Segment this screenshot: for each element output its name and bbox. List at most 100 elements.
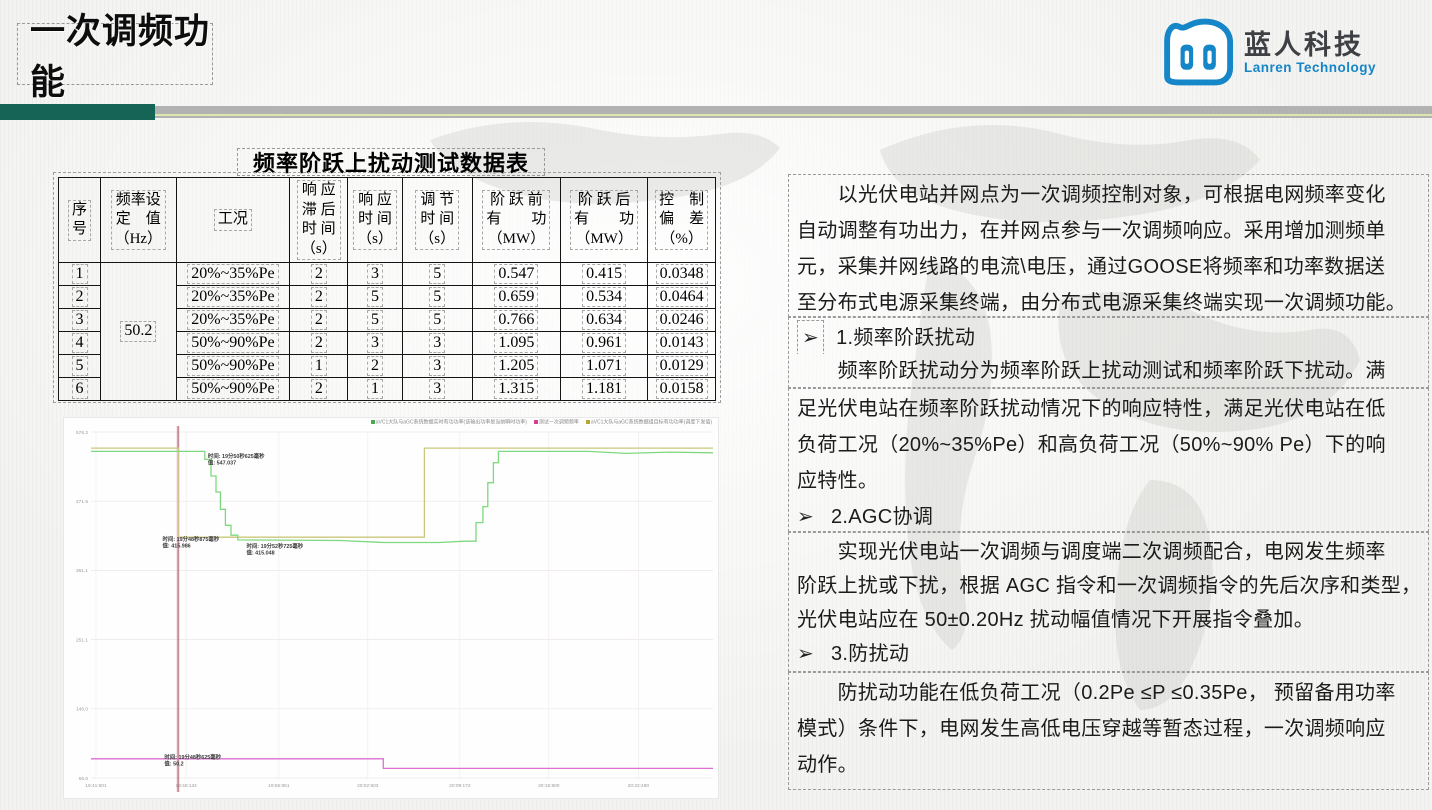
table-cell[interactable]: 0.0129 [648, 355, 716, 378]
column-header[interactable]: 阶 跃 后有 功（MW） [560, 178, 647, 263]
table-cell[interactable]: 5 [59, 355, 101, 378]
arrow-bullet-icon: ➢ [797, 637, 831, 671]
company-logo[interactable]: 蓝人科技 Lanren Technology [1152, 10, 1420, 96]
table-cell[interactable]: 0.0348 [648, 263, 716, 286]
note-text-box[interactable]: 以光伏电站并网点为一次调频控制对象，可根据电网频率变化自动调整有功出力，在并网点… [788, 174, 1429, 317]
svg-text:361.1: 361.1 [76, 568, 88, 574]
table-cell[interactable]: 2 [290, 332, 348, 355]
table-cell[interactable]: 0.659 [472, 286, 560, 309]
series-line [91, 448, 713, 537]
table-cell[interactable]: 2 [59, 286, 101, 309]
table-cell[interactable]: 50%~90%Pe [176, 355, 290, 378]
slide-canvas: 一次调频功能 蓝人科技 Lanren Technology 频率阶跃上扰动测试数… [0, 0, 1432, 810]
trend-chart[interactable]: aVC1大队与aGC系统数据实时有功功率(该输出功率是当前瞬时功率)测试一次调频… [63, 417, 719, 799]
svg-text:20:02:503: 20:02:503 [357, 783, 379, 789]
table-cell[interactable]: 0.0143 [648, 332, 716, 355]
table-cell[interactable]: 1.315 [472, 378, 560, 401]
table-cell[interactable]: 0.0246 [648, 309, 716, 332]
table-cell[interactable]: 2 [348, 355, 402, 378]
column-header[interactable]: 序号 [59, 178, 101, 263]
table-cell[interactable]: 0.766 [472, 309, 560, 332]
svg-text:20:15:800: 20:15:800 [538, 783, 560, 789]
note-line: ➢2.AGC协调 [797, 499, 1420, 535]
table-cell[interactable]: 20%~35%Pe [176, 286, 290, 309]
table-cell[interactable]: 3 [402, 378, 472, 401]
table-cell[interactable]: 20%~35%Pe [176, 263, 290, 286]
note-line: 元，采集并网线路的电流\电压，通过GOOSE将频率和功率数据送 [797, 249, 1420, 285]
note-text-box[interactable]: 实现光伏电站一次调频与调度端二次调频配合，电网发生频率阶跃上扰或下扰，根据 AG… [788, 532, 1429, 672]
table-cell[interactable]: 3 [348, 332, 402, 355]
note-line: 以光伏电站并网点为一次调频控制对象，可根据电网频率变化 [797, 177, 1420, 213]
table-cell[interactable]: 3 [348, 263, 402, 286]
column-header[interactable]: 控 制偏 差（%） [648, 178, 716, 263]
table-cell[interactable]: 5 [348, 309, 402, 332]
table-cell[interactable]: 1 [290, 355, 348, 378]
svg-text:时间: 19分52秒725毫秒: 时间: 19分52秒725毫秒 [247, 542, 304, 550]
note-line: 防扰动功能在低负荷工况（0.2Pe ≤P ≤0.35Pe， 预留备用功率 [797, 675, 1420, 711]
logo-name-cn: 蓝人科技 [1244, 31, 1376, 61]
svg-text:20:22:480: 20:22:480 [628, 783, 650, 789]
table-cell[interactable]: 0.534 [560, 286, 647, 309]
table-cell[interactable]: 1 [348, 378, 402, 401]
table-cell[interactable]: 3 [59, 309, 101, 332]
table-cell[interactable]: 3 [402, 332, 472, 355]
svg-text:19:41:501: 19:41:501 [85, 783, 107, 789]
table-cell[interactable]: 5 [402, 309, 472, 332]
column-header[interactable]: 调 节时 间（s） [402, 178, 472, 263]
robot-logo-icon [1152, 16, 1236, 90]
table-cell[interactable]: 0.634 [560, 309, 647, 332]
freq-set-value-cell[interactable]: 50.2 [101, 263, 177, 401]
svg-text:值: 415.986: 值: 415.986 [163, 541, 191, 549]
note-line: 光伏电站应在 50±0.20Hz 扰动幅值情况下开展指令叠加。 [797, 603, 1420, 637]
note-text-box[interactable]: 足光伏电站在频率阶跃扰动情况下的响应特性，满足光伏电站在低负荷工况（20%~35… [788, 388, 1429, 532]
note-line: 应特性。 [797, 463, 1420, 499]
test-table[interactable]: 序号频率设定 值（Hz）工况响 应滞 后时 间（s）响 应时 间（s）调 节时 … [58, 177, 716, 401]
column-header[interactable]: 阶 跃 前有 功（MW） [472, 178, 560, 263]
column-header[interactable]: 频率设定 值（Hz） [101, 178, 177, 263]
arrow-bullet-icon: ➢ [797, 320, 824, 354]
table-cell[interactable]: 4 [59, 332, 101, 355]
table-cell[interactable]: 0.961 [560, 332, 647, 355]
table-cell[interactable]: 20%~35%Pe [176, 309, 290, 332]
arrow-bullet-icon: ➢ [797, 499, 831, 535]
table-cell[interactable]: 1.071 [560, 355, 647, 378]
column-header[interactable]: 响 应滞 后时 间（s） [290, 178, 348, 263]
svg-text:251.1: 251.1 [76, 637, 88, 643]
table-cell[interactable]: 50%~90%Pe [176, 332, 290, 355]
table-cell[interactable]: 0.0158 [648, 378, 716, 401]
accent-bar-green [0, 104, 155, 120]
test-data-table-wrap[interactable]: 序号频率设定 值（Hz）工况响 应滞 后时 间（s）响 应时 间（s）调 节时 … [53, 172, 721, 403]
table-cell[interactable]: 50%~90%Pe [176, 378, 290, 401]
column-header[interactable]: 工况 [176, 178, 290, 263]
table-cell[interactable]: 5 [402, 286, 472, 309]
table-cell[interactable]: 1 [59, 263, 101, 286]
column-header[interactable]: 响 应时 间（s） [348, 178, 402, 263]
note-text-box[interactable]: ➢1.频率阶跃扰动 频率阶跃扰动分为频率阶跃上扰动测试和频率阶跃下扰动。满 [788, 317, 1429, 388]
chart-plot: 576.2471.5361.1251.1146.056.019:41:50119… [64, 418, 718, 798]
note-line: 自动调整有功出力，在并网点参与一次调频响应。采用增加测频单 [797, 213, 1420, 249]
table-cell[interactable]: 5 [348, 286, 402, 309]
note-line: 阶跃上扰或下扰，根据 AGC 指令和一次调频指令的先后次序和类型， [797, 569, 1420, 603]
table-cell[interactable]: 2 [290, 263, 348, 286]
table-cell[interactable]: 3 [402, 355, 472, 378]
slide-title-box[interactable]: 一次调频功能 [17, 23, 213, 85]
note-text-box[interactable]: 防扰动功能在低负荷工况（0.2Pe ≤P ≤0.35Pe， 预留备用功率模式）条… [788, 672, 1429, 790]
table-cell[interactable]: 0.415 [560, 263, 647, 286]
svg-text:值: 547.037: 值: 547.037 [208, 458, 236, 466]
note-line: ➢1.频率阶跃扰动 [797, 320, 1420, 354]
table-cell[interactable]: 0.547 [472, 263, 560, 286]
note-line: 实现光伏电站一次调频与调度端二次调频配合，电网发生频率 [797, 535, 1420, 569]
note-line: 至分布式电源采集终端，由分布式电源采集终端实现一次调频功能。 [797, 285, 1420, 321]
table-cell[interactable]: 1.181 [560, 378, 647, 401]
series-line [91, 451, 713, 542]
table-cell[interactable]: 0.0464 [648, 286, 716, 309]
table-cell[interactable]: 1.205 [472, 355, 560, 378]
table-cell[interactable]: 2 [290, 378, 348, 401]
table-cell[interactable]: 2 [290, 309, 348, 332]
table-cell[interactable]: 5 [402, 263, 472, 286]
table-cell[interactable]: 6 [59, 378, 101, 401]
table-cell[interactable]: 1.095 [472, 332, 560, 355]
logo-name-en: Lanren Technology [1244, 60, 1376, 75]
table-cell[interactable]: 2 [290, 286, 348, 309]
note-line: 足光伏电站在频率阶跃扰动情况下的响应特性，满足光伏电站在低 [797, 391, 1420, 427]
